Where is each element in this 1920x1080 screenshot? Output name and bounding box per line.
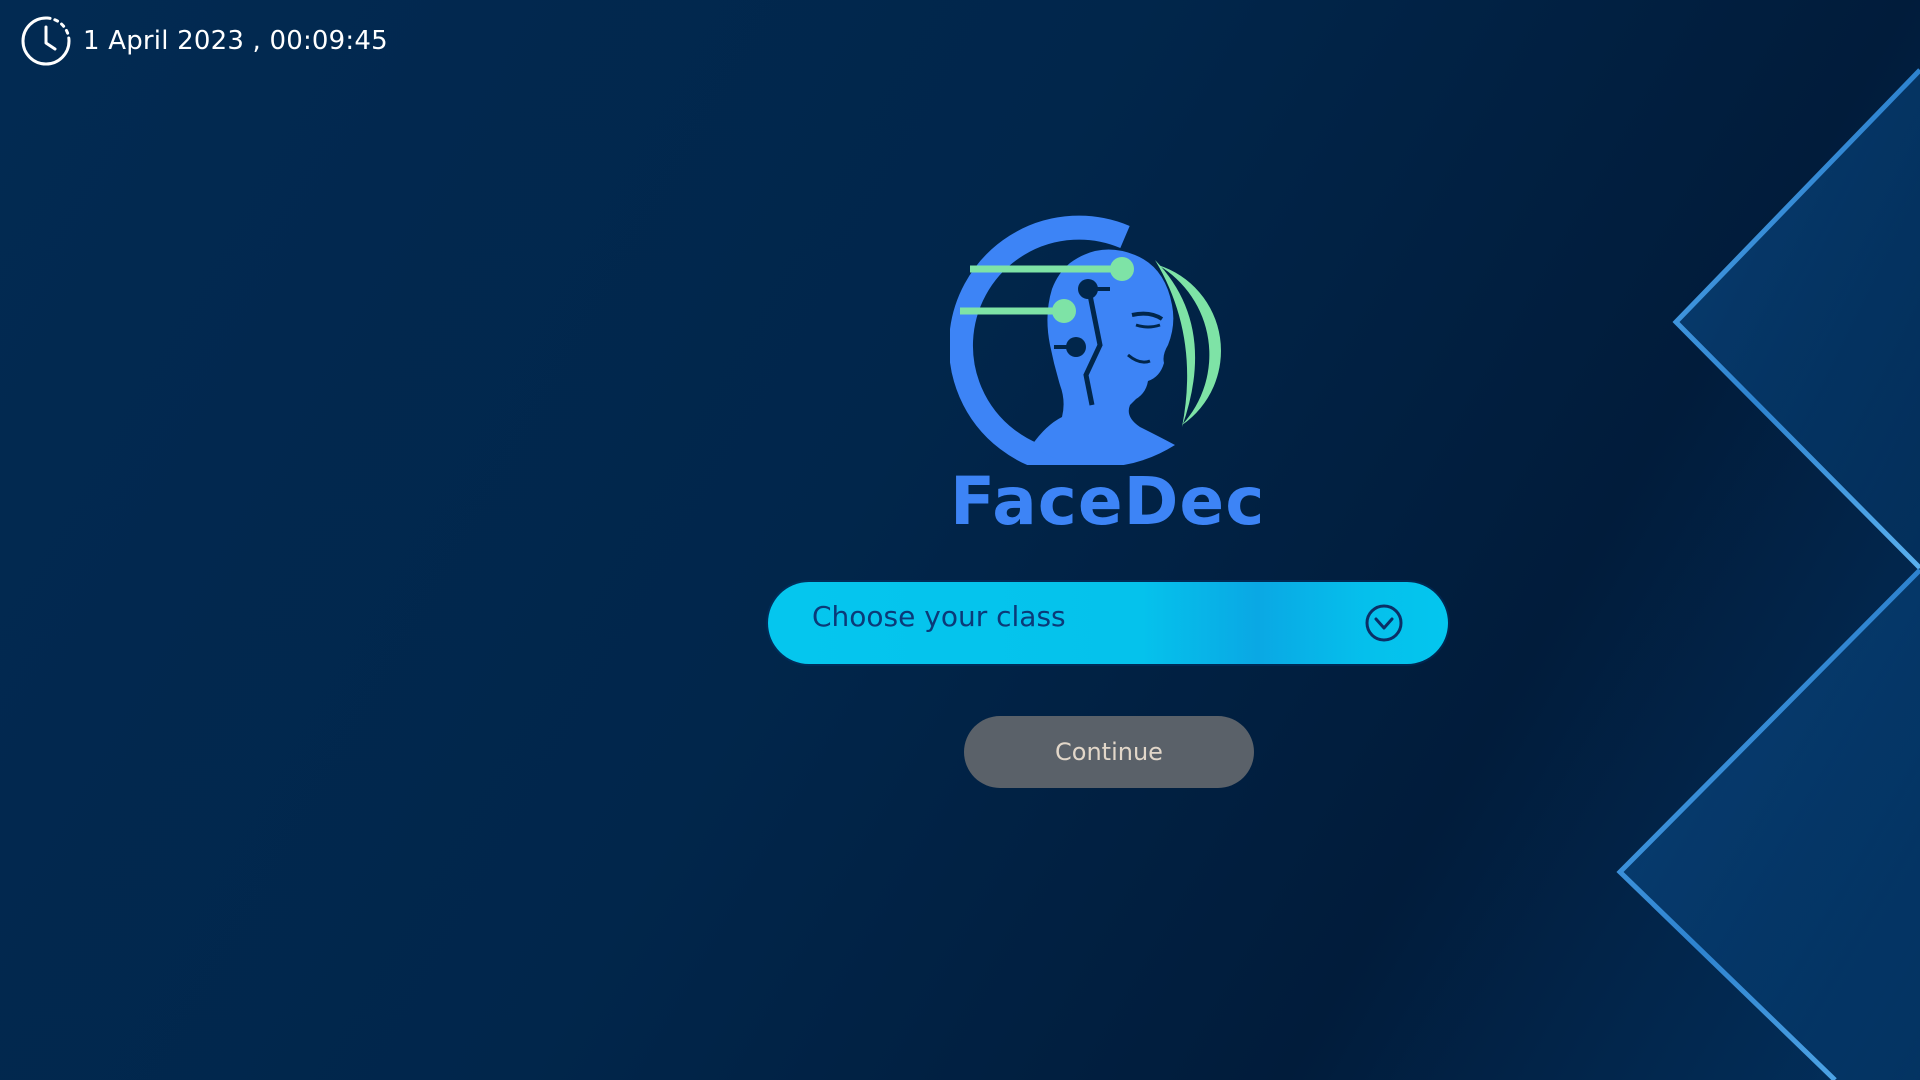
continue-button[interactable]: Continue [964,716,1254,788]
class-select-placeholder: Choose your class [812,600,1066,633]
face-recognition-logo-icon [950,215,1221,465]
datetime-bar: 1 April 2023 , 00:09:45 [19,14,388,68]
clock-icon [21,16,71,66]
class-select-dropdown[interactable]: Choose your class [768,582,1448,664]
upper-chevron-panel [1676,70,1920,568]
brand-logo: FaceDec [950,205,1264,545]
lower-chevron-panel [1620,570,1920,1080]
chevron-down-circle-icon [1365,604,1403,642]
brand-name: FaceDec [950,463,1266,540]
current-datetime: 1 April 2023 , 00:09:45 [83,26,388,56]
